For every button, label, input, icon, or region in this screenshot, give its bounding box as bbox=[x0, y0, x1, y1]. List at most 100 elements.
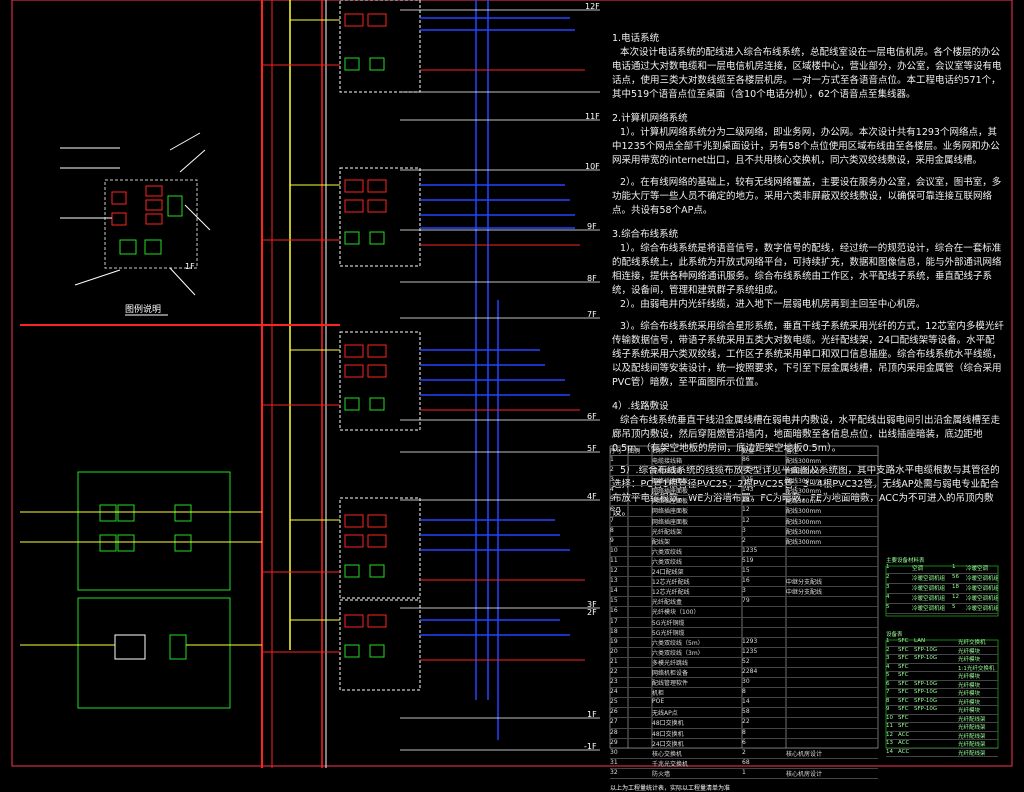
table-cell: SFP-10G bbox=[914, 646, 938, 653]
table-cell bbox=[628, 698, 652, 707]
table-cell: 24口配线架 bbox=[652, 569, 684, 577]
table-cell bbox=[786, 618, 876, 627]
table-cell: 中继分支配线 bbox=[786, 579, 823, 587]
table-cell: 核心机房设计 bbox=[786, 750, 823, 758]
table-cell bbox=[628, 557, 652, 566]
green-panels bbox=[77, 471, 231, 709]
table-cell: 3 bbox=[886, 584, 890, 590]
table-cell: 18 bbox=[610, 627, 618, 635]
table-cell bbox=[628, 577, 652, 586]
table-cell bbox=[628, 668, 652, 677]
table-cell bbox=[628, 718, 652, 727]
table-cell: 30 bbox=[742, 678, 750, 686]
table-cell bbox=[628, 688, 652, 697]
table-cell: 冷暖空调机组 bbox=[912, 606, 946, 612]
table-row: 5 网络插座面板 287 配线300mm bbox=[610, 496, 878, 507]
table-cell: 5G光纤铜缆 bbox=[652, 629, 685, 637]
table-cell: 123 bbox=[742, 466, 754, 474]
table-cell: 多模光纤跳线 bbox=[652, 659, 689, 667]
table-cell: 86 bbox=[742, 456, 750, 463]
table-cell: 7 bbox=[610, 516, 614, 524]
table-cell: 5 bbox=[886, 604, 890, 610]
table-cell bbox=[786, 567, 876, 576]
table-cell bbox=[948, 689, 958, 697]
table-cell: SFC bbox=[898, 646, 909, 653]
table-cell: 12 bbox=[742, 506, 750, 514]
table-cell bbox=[786, 678, 876, 687]
table-cell: 15 bbox=[742, 567, 750, 575]
table-cell: 7 bbox=[886, 689, 890, 695]
table-cell: 22 bbox=[742, 718, 750, 726]
table-cell: 配线300mm bbox=[786, 458, 822, 465]
panel-links bbox=[20, 511, 262, 646]
table-cell: SFC bbox=[898, 680, 909, 687]
table-cell: 12 bbox=[886, 731, 893, 738]
table-cell: 19 bbox=[610, 637, 618, 645]
table-cell: 配线架 bbox=[652, 538, 671, 546]
table-cell: SFP-10G bbox=[914, 680, 938, 687]
table-cell bbox=[898, 564, 912, 573]
table-cell: 5 bbox=[952, 604, 956, 610]
table-cell: 31 bbox=[610, 758, 618, 766]
table-row: 20 六类双绞线（3m） 1235 bbox=[610, 648, 878, 658]
table-cell bbox=[914, 740, 948, 748]
table-cell bbox=[628, 506, 652, 515]
table-cell: 6 bbox=[886, 680, 890, 687]
table-cell bbox=[898, 584, 912, 593]
table-cell: 13 bbox=[610, 577, 618, 585]
table-cell: 中继分支配线 bbox=[786, 589, 823, 597]
table-cell bbox=[786, 597, 876, 606]
table-cell: 8 bbox=[742, 688, 746, 696]
table-cell bbox=[948, 655, 958, 663]
table-cell: 六类双绞线（3m） bbox=[652, 649, 704, 657]
table-cell: 48口交换机 bbox=[652, 720, 684, 728]
table-row: 1 SFC LAN 光纤交换机 bbox=[886, 638, 998, 647]
small-table-2: 设备表 1 SFC LAN 光纤交换机 2 SFC SFP-10G 光纤模块 3 SFC SFP-1… bbox=[886, 630, 998, 757]
table-cell: 56 bbox=[952, 574, 959, 580]
table-cell: 光纤配线架 bbox=[958, 725, 986, 731]
table-cell bbox=[786, 658, 876, 667]
th-name: 名称 bbox=[652, 448, 665, 455]
table-cell bbox=[914, 672, 948, 680]
table-row: 24 机柜 8 bbox=[610, 688, 878, 699]
table-cell: 21 bbox=[610, 657, 618, 665]
note-body: 2）。由弱电井内光纤线缆，进入地下一层弱电机房再到主回至中心机房。 bbox=[620, 299, 926, 310]
table-row: 14 ACC 光纤配线架 bbox=[886, 749, 998, 757]
table-row: 8 光纤配线架 3 配线300mm bbox=[610, 527, 878, 537]
table-cell bbox=[628, 729, 652, 738]
table-cell bbox=[786, 668, 876, 677]
table-cell: 冷暖空调机组 bbox=[966, 596, 998, 602]
table-cell: SFC bbox=[898, 714, 909, 721]
table-cell: POE bbox=[652, 698, 665, 706]
floor-label-6f: 6F bbox=[587, 412, 597, 421]
note-heading: 2.计算机网络系统 bbox=[612, 113, 688, 124]
table-cell bbox=[948, 647, 958, 655]
table-cell: 配线300mm bbox=[786, 538, 822, 546]
legend-title: 图例说明 bbox=[125, 305, 162, 315]
table-cell: SFP-10G bbox=[914, 697, 938, 704]
table-cell: 1 bbox=[952, 564, 956, 570]
table-cell: 光纤模块 bbox=[958, 708, 981, 714]
table-row: 32 防火墙 1 核心机房设计 bbox=[610, 769, 878, 779]
table-cell bbox=[628, 547, 652, 556]
table-cell: SFC bbox=[898, 638, 909, 644]
floor-label-11f: 11F bbox=[585, 112, 600, 121]
table-row: 2 SFC SFP-10G 光纤模块 bbox=[886, 646, 998, 655]
table-row: 3 SFC SFP-10G 光纤模块 bbox=[886, 655, 998, 664]
table-cell: 6 bbox=[742, 738, 746, 746]
floor-label-4f: 4F bbox=[587, 492, 597, 501]
table-cell: 光纤配线架 bbox=[958, 716, 986, 723]
table-row: 29 24口交换机 6 bbox=[610, 739, 878, 749]
table-row: 27 48口交换机 22 bbox=[610, 718, 878, 729]
table-cell: 配线300mm bbox=[786, 518, 822, 526]
table-cell: 5 bbox=[886, 672, 890, 678]
note-heading: 1.电话系统 bbox=[612, 33, 660, 44]
table-cell: 32 bbox=[610, 768, 618, 776]
table-cell: 冷暖空调机组 bbox=[912, 576, 946, 582]
floor-label-9f: 9F bbox=[587, 222, 597, 231]
table-cell bbox=[628, 486, 652, 495]
table-cell: 12 bbox=[952, 594, 959, 600]
table-row: 1 电缆接线箱 86 配线300mm bbox=[610, 456, 878, 467]
table-cell: 4 bbox=[886, 663, 890, 670]
table-cell: 配线300mm bbox=[786, 508, 822, 516]
